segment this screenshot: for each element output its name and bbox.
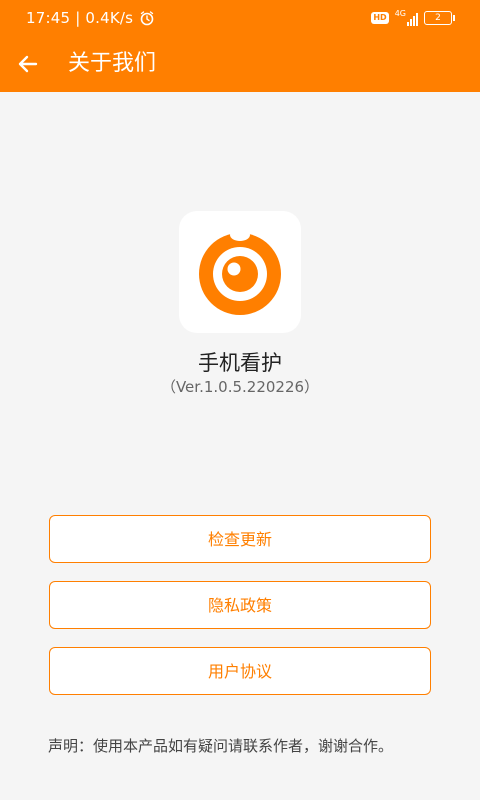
alarm-icon: [140, 11, 154, 26]
disclaimer-text: 声明：使用本产品如有疑问请联系作者，谢谢合作。: [48, 737, 394, 755]
user-agreement-button[interactable]: 用户协议: [49, 647, 431, 695]
arrow-left-icon[interactable]: [14, 50, 42, 78]
hd-badge: HD: [371, 12, 389, 24]
camera-eye-logo-icon: [199, 229, 281, 315]
privacy-policy-button[interactable]: 隐私政策: [49, 581, 431, 629]
status-left: 17:45 | 0.4K/s: [26, 9, 155, 27]
check-update-button[interactable]: 检查更新: [49, 515, 431, 563]
status-time-speed: 17:45 | 0.4K/s: [26, 9, 134, 27]
app-bar: 关于我们: [0, 36, 480, 92]
signal-icon: 4G: [395, 10, 418, 26]
app-version: （Ver.1.0.5.220226）: [160, 378, 320, 396]
app-name: 手机看护: [198, 351, 282, 375]
battery-icon: 2: [424, 11, 455, 25]
app-logo: [179, 211, 301, 333]
status-right: HD 4G 2: [371, 10, 455, 26]
network-type: 4G: [394, 9, 406, 18]
battery-level: 2: [435, 13, 441, 23]
page-title: 关于我们: [68, 51, 157, 76]
status-bar: 17:45 | 0.4K/s HD 4G 2: [0, 0, 480, 36]
